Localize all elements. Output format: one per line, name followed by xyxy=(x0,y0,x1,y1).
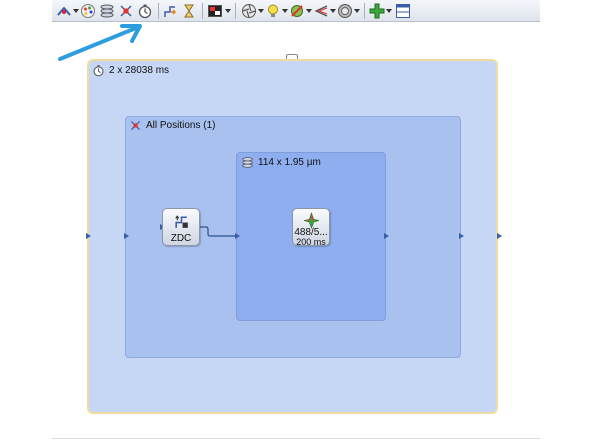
color-palette-icon[interactable] xyxy=(80,3,96,19)
z-stack-block-label: 114 x 1.95 µm xyxy=(258,157,321,168)
toolbar-separator xyxy=(202,3,203,19)
channel-dropdown[interactable] xyxy=(225,9,231,13)
time-lapse-icon[interactable] xyxy=(137,3,153,19)
channel-icon[interactable] xyxy=(207,3,223,19)
z-stack-icon[interactable] xyxy=(99,3,115,19)
toolbar-separator xyxy=(364,3,365,19)
shutter-dropdown[interactable] xyxy=(258,9,264,13)
zstack-output-port xyxy=(384,233,389,239)
channel-node[interactable]: 488/5... 200 ms xyxy=(292,208,330,247)
position-input-port xyxy=(124,233,129,239)
add-icon[interactable] xyxy=(369,3,385,19)
channel-node-exposure: 200 ms xyxy=(296,237,326,247)
wait-icon[interactable] xyxy=(181,3,197,19)
z-stack-icon xyxy=(242,157,253,168)
toolbar-separator xyxy=(158,3,159,19)
zstack-input-port xyxy=(235,233,240,239)
multi-position-icon[interactable] xyxy=(118,3,134,19)
acquisition-mode-icon[interactable] xyxy=(56,3,72,19)
filter-dropdown[interactable] xyxy=(306,9,312,13)
multi-position-block-label: All Positions (1) xyxy=(146,120,216,131)
shutter-icon[interactable] xyxy=(241,3,257,19)
add-dropdown[interactable] xyxy=(386,9,392,13)
connection-wire xyxy=(199,226,236,237)
annotation-arrow xyxy=(58,24,142,61)
phase-icon[interactable] xyxy=(337,3,353,19)
phase-dropdown[interactable] xyxy=(354,9,360,13)
panel-bottom-border xyxy=(52,438,540,439)
z-stack-block-header: 114 x 1.95 µm xyxy=(241,156,321,169)
multi-position-block-header: All Positions (1) xyxy=(129,119,215,132)
multi-position-icon xyxy=(131,121,140,130)
time-lapse-block-label: 2 x 28038 ms xyxy=(109,65,170,76)
position-output-port xyxy=(459,233,464,239)
layout-icon[interactable] xyxy=(395,3,411,19)
light-source-dropdown[interactable] xyxy=(282,9,288,13)
experiment-toolbar xyxy=(52,0,540,22)
autofocus-icon xyxy=(175,215,188,228)
autofocus-icon[interactable] xyxy=(162,3,178,19)
time-lapse-block-header: 2 x 28038 ms xyxy=(92,64,169,77)
laser-icon[interactable] xyxy=(313,3,329,19)
time-lapse-icon xyxy=(93,65,104,77)
zdc-node[interactable]: ZDC xyxy=(162,208,200,246)
laser-dropdown[interactable] xyxy=(330,9,336,13)
acquisition-mode-dropdown[interactable] xyxy=(73,9,79,13)
light-source-icon[interactable] xyxy=(265,3,281,19)
outer-output-port xyxy=(497,233,502,239)
zdc-node-label: ZDC xyxy=(170,233,192,244)
toolbar-separator xyxy=(235,3,236,19)
outer-input-port xyxy=(86,233,91,239)
filter-icon[interactable] xyxy=(289,3,305,19)
